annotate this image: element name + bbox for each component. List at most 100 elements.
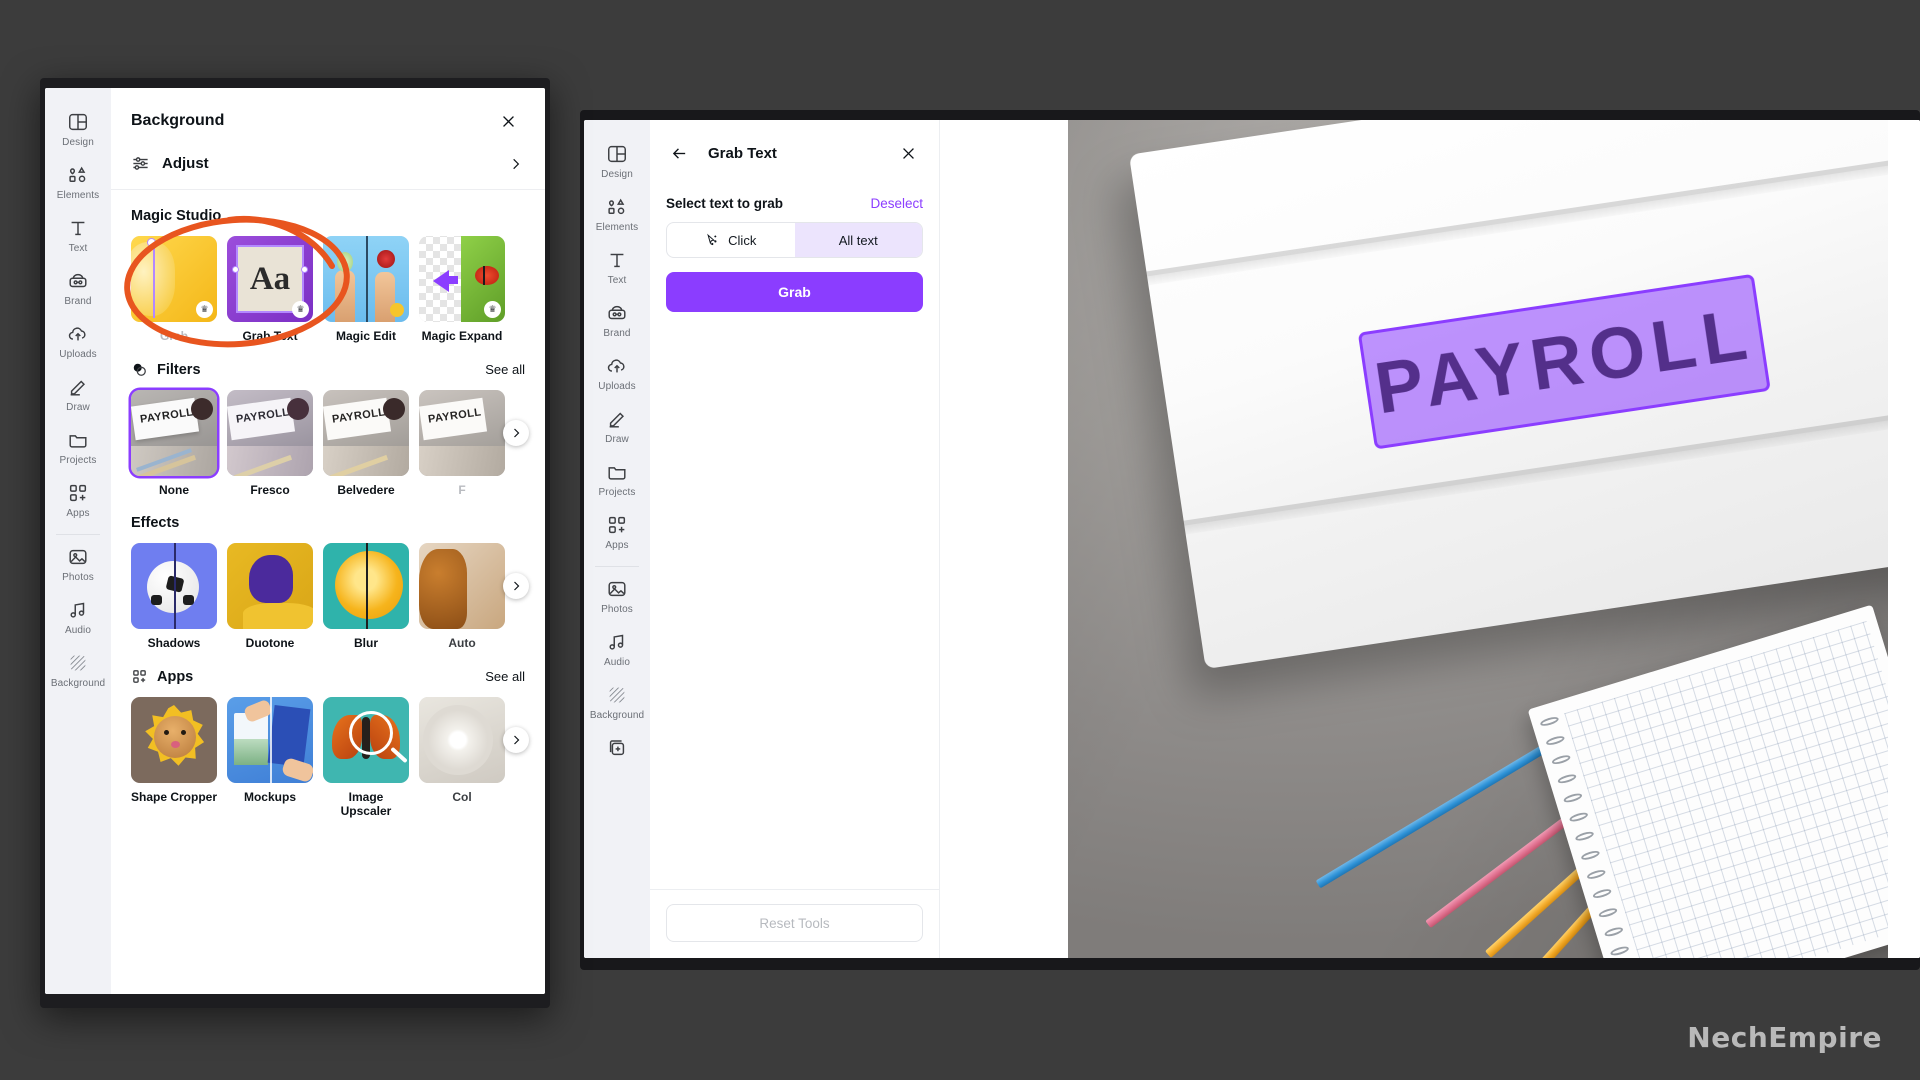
sidebar-item-background[interactable]: Background	[48, 643, 108, 696]
sidebar-item-elements[interactable]: Elements	[587, 187, 647, 240]
select-text-row: Select text to grab Deselect	[666, 196, 923, 211]
add-layer-icon	[606, 737, 628, 759]
sidebar-item-label: Text	[607, 275, 627, 286]
thumbnail: Aa ♛	[227, 236, 313, 322]
thumbnail: PAYROLL	[227, 390, 313, 476]
canvas-stage[interactable]: PAYROLL	[940, 120, 1920, 958]
filter-item-fresco[interactable]: PAYROLL Fresco	[227, 390, 313, 497]
magic-studio-item-grab-text[interactable]: Aa ♛ Grab Text	[227, 236, 313, 343]
back-sidebar-rail[interactable]: Design Elements Text Brand Uploads Draw …	[584, 120, 650, 958]
apps-see-all[interactable]: See all	[485, 669, 525, 684]
app-item-colorize[interactable]: Col	[419, 697, 505, 818]
sidebar-item-brand[interactable]: Brand	[587, 293, 647, 346]
mode-all-text-button[interactable]: All text	[794, 223, 922, 257]
elements-icon	[606, 196, 628, 218]
section-magic-studio: Magic Studio ♛ Grab Aa ♛ Grab Text Magic…	[111, 190, 545, 343]
pro-crown-icon: ♛	[292, 301, 309, 318]
close-icon[interactable]	[493, 106, 523, 136]
section-filters: Filters See all PAYROLL None PAYROLL Fre…	[111, 343, 545, 497]
sidebar-divider	[56, 534, 100, 535]
brand-icon	[67, 270, 89, 292]
magic-studio-item-magic-edit[interactable]: Magic Edit	[323, 236, 409, 343]
app-item-mockups[interactable]: Mockups	[227, 697, 313, 818]
artboard[interactable]: PAYROLL	[1068, 120, 1888, 958]
thumbnail-label: Col	[452, 790, 472, 804]
select-mode-toggle[interactable]: Click All text	[666, 222, 923, 258]
grab-text-footer: Reset Tools	[650, 889, 939, 958]
sidebar-item-projects[interactable]: Projects	[587, 452, 647, 505]
sidebar-item-brand[interactable]: Brand	[48, 261, 108, 314]
sidebar-item-audio[interactable]: Audio	[48, 590, 108, 643]
thumbnail-label: Shadows	[147, 636, 201, 650]
grab-text-title: Grab Text	[708, 144, 777, 162]
sidebar-item-projects[interactable]: Projects	[48, 420, 108, 473]
filters-next-arrow[interactable]	[503, 420, 529, 446]
app-item-shape-cropper[interactable]: Shape Cropper	[131, 697, 217, 818]
apps-next-arrow[interactable]	[503, 727, 529, 753]
sidebar-item-apps[interactable]: Apps	[48, 473, 108, 526]
sidebar-item-draw[interactable]: Draw	[48, 367, 108, 420]
close-icon[interactable]	[893, 138, 923, 168]
sidebar-item-audio[interactable]: Audio	[587, 622, 647, 675]
mode-click-label: Click	[728, 232, 757, 248]
uploads-icon	[606, 355, 628, 377]
sidebar-item-label: Apps	[66, 508, 90, 519]
sidebar-item-apps[interactable]: Apps	[587, 505, 647, 558]
effect-item-auto[interactable]: Auto	[419, 543, 505, 650]
sidebar-item-text[interactable]: Text	[587, 240, 647, 293]
sidebar-item-design[interactable]: Design	[48, 102, 108, 155]
filters-see-all[interactable]: See all	[485, 362, 525, 377]
cursor-sparkle-icon	[705, 233, 720, 248]
thumbnail-label: Shape Cropper	[131, 790, 218, 804]
photos-icon	[67, 546, 89, 568]
sidebar-item-label: Audio	[603, 657, 631, 668]
sidebar-item-more[interactable]	[587, 728, 647, 766]
effects-next-arrow[interactable]	[503, 573, 529, 599]
sidebar-item-design[interactable]: Design	[587, 134, 647, 187]
sidebar-item-draw[interactable]: Draw	[587, 399, 647, 452]
thumbnail-label: Duotone	[245, 636, 295, 650]
thumbnail: PAYROLL	[323, 390, 409, 476]
sidebar-item-label: Projects	[59, 455, 97, 466]
apps-icon	[131, 668, 148, 685]
sidebar-item-background[interactable]: Background	[587, 675, 647, 728]
sidebar-item-elements[interactable]: Elements	[48, 155, 108, 208]
sidebar-item-uploads[interactable]: Uploads	[587, 346, 647, 399]
thumbnail	[323, 236, 409, 322]
sidebar-item-text[interactable]: Text	[48, 208, 108, 261]
grab-button[interactable]: Grab	[666, 272, 923, 312]
magic-studio-item-grab[interactable]: ♛ Grab	[131, 236, 217, 343]
apps-icon	[606, 514, 628, 536]
app-item-image-upscaler[interactable]: Image Upscaler	[323, 697, 409, 818]
sidebar-item-photos[interactable]: Photos	[587, 569, 647, 622]
draw-icon	[606, 408, 628, 430]
magic-studio-row: ♛ Grab Aa ♛ Grab Text Magic Edit ♛ Magic…	[131, 236, 525, 343]
projects-icon	[67, 429, 89, 451]
chevron-right-icon[interactable]	[509, 157, 523, 171]
effect-item-duotone[interactable]: Duotone	[227, 543, 313, 650]
effect-item-blur[interactable]: Blur	[323, 543, 409, 650]
mode-click-button[interactable]: Click	[667, 223, 795, 257]
select-text-label: Select text to grab	[666, 196, 784, 211]
photos-icon	[606, 578, 628, 600]
filter-item-next[interactable]: PAYROLL F	[419, 390, 505, 497]
background-panel: Background Adjust Magic Studio ♛ Grab Aa…	[111, 88, 545, 994]
reset-tools-button[interactable]: Reset Tools	[666, 904, 923, 942]
effect-item-shadows[interactable]: Shadows	[131, 543, 217, 650]
filter-item-none[interactable]: PAYROLL None	[131, 390, 217, 497]
canva-window-back: Design Elements Text Brand Uploads Draw …	[580, 110, 1920, 970]
deselect-link[interactable]: Deselect	[870, 196, 923, 211]
front-sidebar-rail[interactable]: Design Elements Text Brand Uploads Draw …	[45, 88, 111, 994]
sidebar-item-uploads[interactable]: Uploads	[48, 314, 108, 367]
sidebar-item-label: Brand	[64, 296, 92, 307]
back-arrow-icon[interactable]	[664, 138, 694, 168]
grab-text-body: Select text to grab Deselect Click All t…	[650, 174, 939, 312]
sidebar-item-photos[interactable]: Photos	[48, 537, 108, 590]
watermark: NechEmpire	[1687, 1021, 1882, 1054]
sidebar-item-label: Design	[601, 169, 633, 180]
magic-studio-item-magic-expand[interactable]: ♛ Magic Expand	[419, 236, 505, 343]
thumbnail-label: None	[159, 483, 189, 497]
section-header: Apps See all	[131, 668, 525, 685]
adjust-row[interactable]: Adjust	[111, 146, 545, 190]
filter-item-belvedere[interactable]: PAYROLL Belvedere	[323, 390, 409, 497]
